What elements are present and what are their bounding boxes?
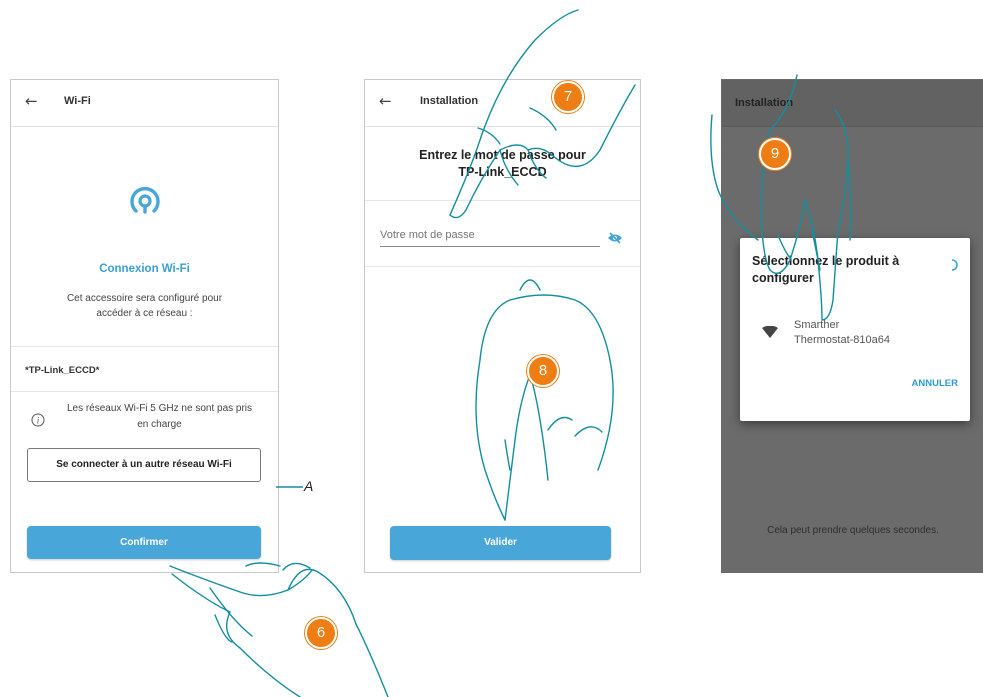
password-input[interactable] — [380, 227, 600, 247]
screen-password: ← Installation Entrez le mot de passe po… — [364, 79, 641, 573]
device-name-line2: Thermostat-810a64 — [794, 334, 890, 346]
connection-heading: Connexion Wi-Fi — [99, 263, 190, 275]
dialog-title-line1: Sélectionnez le produit à — [752, 254, 900, 268]
device-list-item[interactable]: Smarther Thermostat-810a64 — [740, 316, 970, 356]
arrow-left-icon[interactable]: ← — [379, 92, 392, 110]
step-badge-9: 9 — [759, 138, 791, 170]
page-title: Installation — [735, 97, 794, 109]
eye-off-icon[interactable] — [607, 232, 623, 244]
dialog-title-line2: configurer — [752, 271, 814, 285]
device-name-line1: Smarther — [794, 319, 840, 331]
password-prompt-line2: TP-Link_ECCD — [458, 165, 547, 179]
password-prompt-line1: Entrez le mot de passe pour — [419, 148, 586, 162]
arrow-left-icon[interactable]: ← — [25, 92, 38, 110]
cancel-button[interactable]: ANNULER — [912, 378, 958, 389]
wifi-signal-icon — [762, 326, 778, 338]
note-line2: en charge — [137, 419, 182, 430]
app-bar: ← Wi-Fi — [11, 80, 278, 127]
divider — [365, 266, 640, 267]
page-title: Installation — [420, 95, 479, 107]
description-line2: accéder à ce réseau : — [96, 308, 193, 319]
page-title: Wi-Fi — [64, 95, 91, 107]
divider — [365, 200, 640, 201]
divider — [11, 346, 278, 347]
select-product-dialog: Sélectionnez le produit à configurer Sma… — [740, 238, 970, 421]
description-line1: Cet accessoire sera configuré pour — [66, 293, 223, 304]
spinner-icon — [951, 259, 958, 271]
app-bar: ← Installation — [365, 80, 640, 127]
other-network-button[interactable]: Se connecter à un autre réseau Wi-Fi — [27, 448, 261, 482]
callout-label-a: A — [304, 478, 314, 494]
divider — [11, 391, 278, 392]
svg-text:i: i — [37, 416, 40, 426]
wifi-broadcast-icon — [130, 187, 160, 214]
screen-wifi: ← Wi-Fi Connexion Wi-Fi Cet accessoire s… — [10, 79, 279, 573]
confirm-button[interactable]: Confirmer — [27, 526, 261, 559]
validate-button[interactable]: Valider — [390, 526, 611, 560]
app-bar: Installation — [722, 80, 983, 127]
network-name: *TP-Link_ECCD* — [25, 365, 100, 376]
note-line1: Les réseaux Wi-Fi 5 GHz ne sont pas pris — [66, 403, 253, 414]
step-badge-6: 6 — [305, 617, 337, 649]
loading-footer: Cela peut prendre quelques secondes. — [767, 525, 939, 536]
step-badge-7: 7 — [552, 81, 584, 113]
step-badge-8: 8 — [527, 355, 559, 387]
